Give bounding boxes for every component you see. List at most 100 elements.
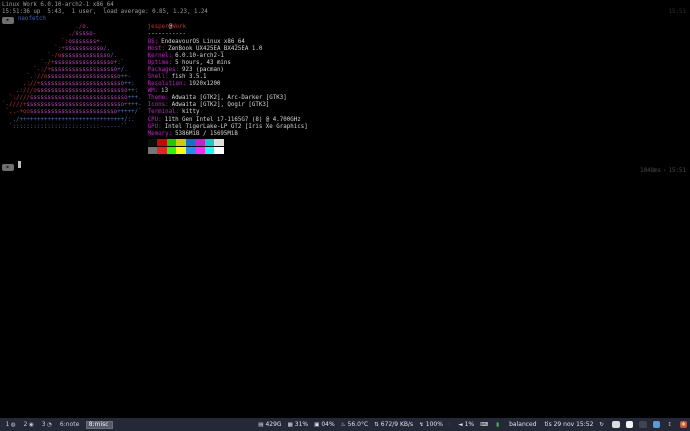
color-swatch [205, 147, 215, 154]
power-profile[interactable]: balanced [507, 421, 536, 428]
color-swatch [195, 139, 205, 146]
info-label: Packages: [148, 67, 179, 73]
info-value: Intel TigerLake-LP GT2 [Iris Xe Graphics… [165, 124, 308, 130]
info-line: Terminal:kitty [148, 109, 308, 116]
info-lines: OS:EndeavourOS Linux x86_64Host:ZenBook … [148, 39, 308, 138]
status-text: 04% [321, 421, 334, 428]
disk-icon: ▤ [258, 422, 263, 428]
network-block[interactable]: ⇅672/9 KB/s [374, 421, 413, 428]
workspace-label: 6:note [60, 421, 79, 428]
workspace-label: 3 [42, 421, 46, 428]
ascii-line: `-////+ssssssssssssssssssssssssssso++++- [2, 102, 142, 109]
tray-icon-octopus[interactable] [639, 421, 647, 429]
color-swatch [176, 147, 186, 154]
info-line: GPU:Intel TigerLake-LP GT2 [Iris Xe Grap… [148, 124, 308, 131]
cpu-icon: ▣ [314, 422, 319, 428]
ascii-line: .://+ssssssssssssssssssssssso++: [2, 81, 142, 88]
ascii-line: ./sssso- [2, 31, 142, 38]
workspace-8-misc[interactable]: 8:misc [86, 421, 112, 429]
workspace-icon: ◍ [11, 422, 16, 428]
tray-icon-discord[interactable] [626, 421, 634, 429]
info-line: Resolution:1920x1200 [148, 81, 308, 88]
info-line: Kernel:6.0.10-arch2-1 [148, 53, 308, 60]
ascii-line: `.://osssssssssssssssssssso++- [2, 74, 142, 81]
desktop: Linux Work 6.0.10-arch2-1 x86_64 15:51:3… [0, 0, 690, 431]
info-line: Shell:fish 3.5.1 [148, 74, 308, 81]
color-swatch [205, 139, 215, 146]
info-value: 5386MiB / 15695MiB [175, 131, 238, 137]
info-value: i3 [161, 88, 168, 94]
prompt-line-2[interactable]: ▶ [2, 161, 690, 171]
neofetch-output: ./o. ./sssso- `:osssssss+- `:+ssssssssss… [2, 24, 690, 154]
disk-block[interactable]: ▤429G [258, 421, 281, 428]
endeavouros-ascii-logo: ./o. ./sssso- `:osssssss+- `:+ssssssssss… [2, 24, 142, 130]
power-plug-icon: ↯ [419, 422, 424, 428]
refresh-block[interactable]: ↻ [599, 422, 606, 428]
cpu-block[interactable]: ▣04% [314, 421, 335, 428]
workspace-icon: ◉ [29, 422, 34, 428]
command-duration: 1048ms [640, 168, 661, 174]
memory-block[interactable]: ▦31% [288, 421, 309, 428]
volume-block[interactable]: ◄1% [458, 421, 474, 428]
ascii-line: `..-+oosssssssssssssssssssssssso+++++/` [2, 109, 142, 116]
workspace-1[interactable]: 1◍ [3, 421, 18, 429]
workspace-6-note[interactable]: 6:note [57, 421, 83, 429]
status-bar: ▤429G ▦31% ▣04% ♨56.0°C ⇅672/9 KB/s ↯100% ∶ ◄1%… [258, 421, 687, 429]
info-line: Packages:923 (pacman) [148, 67, 308, 74]
info-label: Uptime: [148, 60, 172, 66]
username: jesper [148, 24, 169, 30]
workspace-icon: ◔ [47, 422, 52, 428]
neofetch-title: jesper@Work [148, 24, 308, 31]
info-line: Memory:5386MiB / 15695MiB [148, 131, 308, 138]
separator[interactable]: ∶ [449, 422, 452, 428]
temperature-icon: ♨ [341, 422, 346, 428]
tray-icon-updates[interactable]: ✱ [680, 421, 688, 429]
status-text: 672/9 KB/s [381, 421, 413, 428]
info-value: fish 3.5.1 [172, 74, 207, 80]
info-value: 1920x1200 [189, 81, 220, 87]
info-label: Memory: [148, 131, 172, 137]
color-swatch [157, 147, 167, 154]
info-label: Terminal: [148, 109, 179, 115]
ascii-line: ./++++++++++++++++++++++++++++++/:. [2, 117, 142, 124]
separator-dots-icon: ∶ [449, 422, 450, 428]
workspace-3[interactable]: 3◔ [39, 421, 54, 429]
workspace-2[interactable]: 2◉ [21, 421, 36, 429]
status-text: 31% [295, 421, 308, 428]
color-swatch [214, 139, 224, 146]
keyboard-block[interactable]: ⌨ [480, 422, 490, 428]
color-swatch [157, 139, 167, 146]
uname-line: Linux Work 6.0.10-arch2-1 x86_64 [2, 2, 690, 9]
color-swatch [214, 147, 224, 154]
info-value: 923 (pacman) [182, 67, 224, 73]
info-line: Theme:Adwaita [GTK2], Arc-Darker [GTK3] [148, 95, 308, 102]
info-label: CPU: [148, 117, 162, 123]
tray-icon-telegram[interactable] [653, 421, 661, 429]
clock[interactable]: tis 29 nov 15:52 [543, 421, 594, 428]
workspace-list: 1◍2◉3◔6:note8:misc [3, 421, 113, 429]
color-swatch [176, 139, 186, 146]
color-swatch [167, 139, 177, 146]
prompt-chevron-icon: ▶ [2, 164, 14, 171]
info-line: OS:EndeavourOS Linux x86_64 [148, 39, 308, 46]
info-value: 5 hours, 43 mins [175, 60, 231, 66]
info-label: Kernel: [148, 53, 172, 59]
kitty-terminal-window[interactable]: Linux Work 6.0.10-arch2-1 x86_64 15:51:3… [0, 0, 690, 418]
color-swatch [186, 147, 196, 154]
tray-icon-phone[interactable] [612, 421, 620, 429]
info-label: Shell: [148, 74, 169, 80]
battery-block[interactable]: ↯100% [419, 421, 443, 428]
mic-indicator[interactable]: ▮ [496, 422, 501, 428]
ascii-line: `:osssssss+- [2, 39, 142, 46]
tray-icon-network[interactable]: ↕ [666, 421, 674, 429]
status-text: 429G [265, 421, 281, 428]
info-line: Uptime:5 hours, 43 mins [148, 60, 308, 67]
temperature-block[interactable]: ♨56.0°C [341, 421, 369, 428]
info-value: EndeavourOS Linux x86_64 [161, 39, 245, 45]
info-label: Theme: [148, 95, 169, 101]
refresh-icon: ↻ [599, 422, 604, 428]
ascii-line: `:////ssssssssssssssssssssssssssso+++. [2, 95, 142, 102]
info-value: ZenBook UX425EA_BX425EA 1.0 [168, 46, 262, 52]
angle-separator-icon: ‹ [661, 168, 669, 174]
prompt-line-1: ▶neofetch [2, 16, 690, 24]
